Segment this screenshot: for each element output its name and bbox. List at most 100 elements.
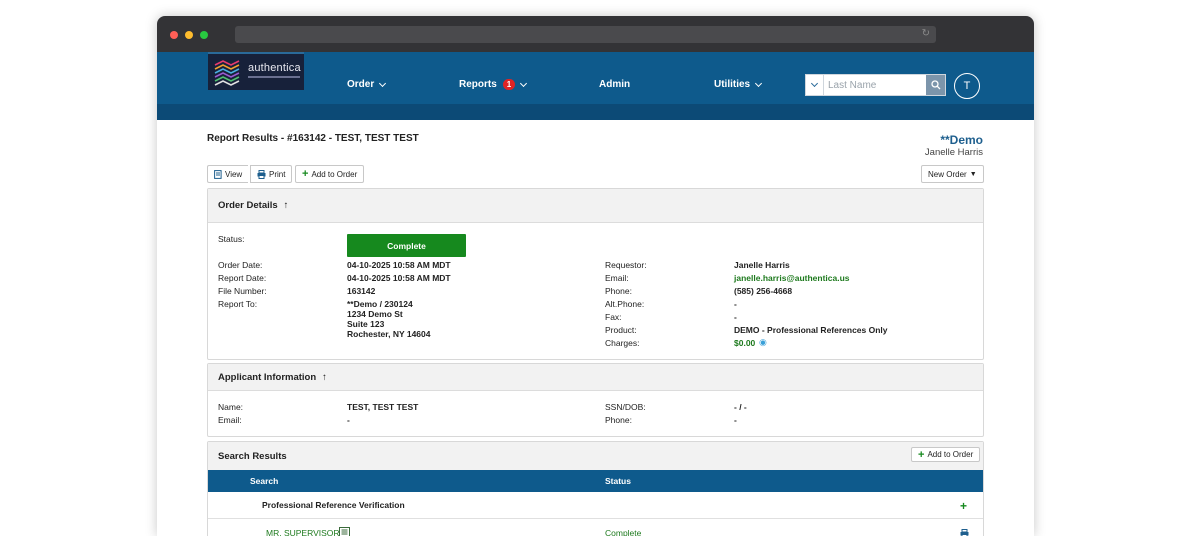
print-button[interactable]: Print (250, 165, 292, 183)
applicant-email-value: - (347, 415, 350, 425)
email-label: Email: (605, 273, 629, 283)
browser-window: ↻ authentica Order Reports 1 Admin Utilit… (157, 16, 1034, 536)
add-to-order-button[interactable]: + Add to Order (295, 165, 364, 183)
new-order-dropdown[interactable]: New Order ▼ (921, 165, 984, 183)
result-item-link[interactable]: MR. SUPERVISOR (266, 528, 340, 536)
chevron-down-icon (379, 79, 386, 86)
view-label: View (225, 170, 242, 179)
nav-admin-label: Admin (599, 79, 630, 90)
search-results-panel: Search Results + Add to Order Search Sta… (207, 441, 984, 536)
add-to-order-label: Add to Order (311, 170, 357, 179)
search-results-header: Search Results (208, 442, 983, 470)
nav-utilities[interactable]: Utilities (714, 79, 761, 90)
account-user: Janelle Harris (925, 147, 983, 158)
product-value: DEMO - Professional References Only (734, 325, 888, 335)
arrow-up-icon: ↑ (322, 372, 327, 383)
charges-value: $0.00 (734, 338, 755, 348)
applicant-info-header[interactable]: Applicant Information ↑ (208, 364, 983, 391)
applicant-info-title: Applicant Information (218, 372, 316, 383)
applicant-phone-label: Phone: (605, 415, 632, 425)
logo-tagline (248, 76, 300, 78)
nav-admin[interactable]: Admin (599, 79, 630, 90)
phone-value: (585) 256-4668 (734, 286, 792, 296)
printer-icon (257, 170, 266, 179)
details-list-icon[interactable] (339, 527, 350, 536)
address-bar[interactable]: ↻ (235, 26, 936, 43)
table-group-row: Professional Reference Verification + (208, 492, 983, 519)
reload-icon[interactable]: ↻ (922, 28, 930, 39)
fax-label: Fax: (605, 312, 622, 322)
col-status-header: Status (605, 476, 631, 486)
document-icon (214, 170, 222, 179)
ssn-dob-value: - / - (734, 402, 747, 412)
fax-value: - (734, 312, 737, 322)
col-search-header: Search (250, 476, 278, 486)
applicant-info-panel: Applicant Information ↑ Name: TEST, TEST… (207, 363, 984, 437)
top-navbar: authentica Order Reports 1 Admin Utilitie… (157, 52, 1034, 120)
reports-count-badge: 1 (503, 79, 515, 90)
print-label: Print (269, 170, 285, 179)
order-details-header[interactable]: Order Details ↑ (208, 189, 983, 223)
view-button[interactable]: View (207, 165, 248, 183)
applicant-phone-value: - (734, 415, 737, 425)
requestor-value: Janelle Harris (734, 260, 790, 270)
alt-phone-label: Alt.Phone: (605, 299, 644, 309)
report-to-line: 1234 Demo St (347, 309, 403, 319)
file-number-value: 163142 (347, 286, 375, 296)
result-item-status: Complete (605, 528, 641, 536)
nav-utilities-label: Utilities (714, 79, 750, 90)
plus-icon: + (302, 168, 308, 180)
logo[interactable]: authentica (208, 52, 304, 90)
expand-plus-icon[interactable]: + (960, 499, 967, 513)
caret-down-icon: ▼ (970, 171, 977, 178)
plus-icon: + (918, 449, 924, 461)
status-badge: Complete (347, 234, 466, 257)
file-number-label: File Number: (218, 286, 267, 296)
minimize-window-dot[interactable] (185, 31, 193, 39)
printer-icon[interactable] (960, 529, 969, 536)
applicant-email-label: Email: (218, 415, 242, 425)
ssn-dob-label: SSN/DOB: (605, 402, 646, 412)
page-title: Report Results - #163142 - TEST, TEST TE… (207, 133, 419, 144)
applicant-name-value: TEST, TEST TEST (347, 402, 418, 412)
phone-label: Phone: (605, 286, 632, 296)
search-add-to-order-label: Add to Order (927, 450, 973, 459)
status-label: Status: (218, 234, 244, 244)
search-bar (805, 74, 946, 96)
group-name: Professional Reference Verification (262, 500, 405, 510)
eye-icon[interactable]: ◉ (759, 337, 767, 348)
close-window-dot[interactable] (170, 31, 178, 39)
report-to-line: **Demo / 230124 (347, 299, 413, 309)
order-details-title: Order Details (218, 200, 278, 211)
maximize-window-dot[interactable] (200, 31, 208, 39)
search-icon (931, 80, 941, 90)
new-order-label: New Order (928, 170, 967, 179)
search-add-to-order-button[interactable]: + Add to Order (911, 447, 980, 462)
search-results-title: Search Results (218, 451, 287, 462)
report-to-line: Suite 123 (347, 319, 384, 329)
report-to-line: Rochester, NY 14604 (347, 329, 430, 339)
report-to-label: Report To: (218, 299, 257, 309)
nav-order-label: Order (347, 79, 374, 90)
search-type-dropdown[interactable] (806, 75, 824, 95)
alt-phone-value: - (734, 299, 737, 309)
charges-label: Charges: (605, 338, 640, 348)
logo-mark-icon (213, 59, 243, 87)
nav-reports[interactable]: Reports 1 (459, 79, 526, 90)
results-table-header: Search Status (208, 470, 983, 492)
requestor-email-link[interactable]: janelle.harris@authentica.us (734, 273, 850, 283)
report-date-value: 04-10-2025 10:58 AM MDT (347, 273, 451, 283)
search-button[interactable] (926, 75, 945, 95)
user-avatar[interactable]: T (954, 73, 980, 99)
chevron-down-icon (520, 79, 527, 86)
applicant-name-label: Name: (218, 402, 243, 412)
nav-reports-label: Reports (459, 79, 497, 90)
nav-order[interactable]: Order (347, 79, 385, 90)
order-date-label: Order Date: (218, 260, 262, 270)
logo-text: authentica (248, 62, 301, 74)
table-row: MR. SUPERVISOR Complete (208, 520, 983, 536)
chevron-down-icon (811, 80, 818, 87)
search-input[interactable] (824, 75, 926, 95)
chevron-down-icon (755, 79, 762, 86)
order-details-panel: Order Details ↑ Status: Complete Order D… (207, 188, 984, 360)
